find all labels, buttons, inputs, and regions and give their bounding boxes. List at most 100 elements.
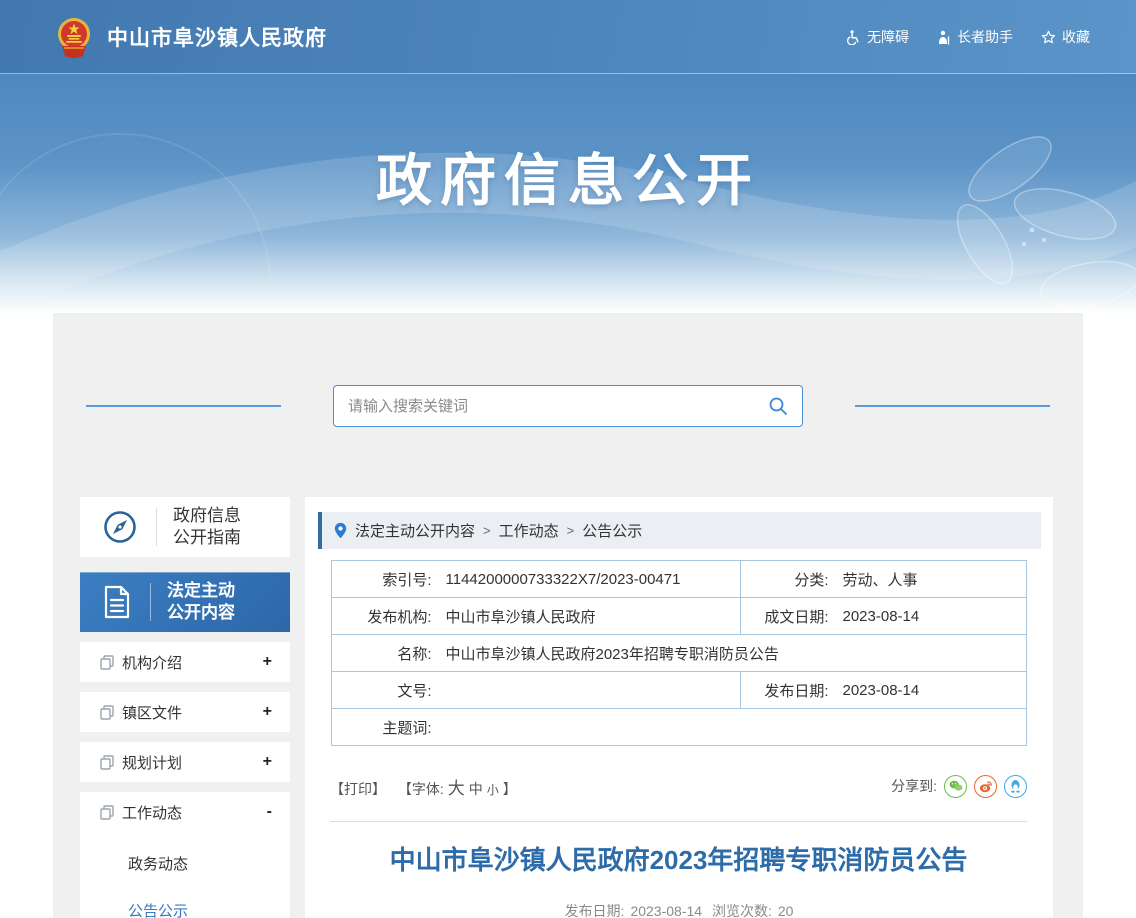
search-button[interactable] — [754, 386, 802, 426]
name-label: 名称: — [331, 634, 444, 672]
page: 中山市阜沙镇人民政府 无障碍 长者助手 收藏 政府信息公开 请输入搜索关键词 政… — [0, 0, 1136, 918]
table-row: 名称: 中山市阜沙镇人民政府2023年招聘专职消防员公告 — [331, 634, 1027, 672]
category-label: 分类: — [794, 571, 829, 589]
weibo-share-icon[interactable] — [974, 774, 997, 798]
star-icon — [1041, 30, 1056, 43]
index-value: 1144200000733322X7/2023-00471 — [443, 560, 741, 598]
sidebar-item-planning: 规划计划 + — [80, 742, 290, 782]
breadcrumb-item-legal[interactable]: 法定主动公开内容 — [355, 520, 475, 541]
sidebar-item-guide[interactable]: 政府信息 公开指南 — [80, 497, 290, 557]
work-dynamics-submenu: 政务动态 公告公示 — [80, 832, 290, 918]
legal-line1: 法定主动 — [167, 580, 235, 600]
keyword-value — [443, 708, 1027, 746]
sidebar-item-town-documents: 镇区文件 + — [80, 692, 290, 732]
site-brand[interactable]: 中山市阜沙镇人民政府 — [55, 16, 327, 58]
article-title: 中山市阜沙镇人民政府2023年招聘专职消防员公告 — [389, 845, 968, 875]
menu-label: 工作动态 — [122, 804, 183, 822]
pages-icon — [100, 654, 114, 670]
divider — [156, 508, 157, 546]
main-panel: 法定主动公开内容 > 工作动态 > 公告公示 索引号: 114420000073… — [305, 497, 1053, 918]
guide-line2: 公开指南 — [173, 528, 241, 547]
table-row: 发布机构: 中山市阜沙镇人民政府 成文日期: 2023-08-14 — [331, 597, 1027, 635]
qq-share-icon[interactable] — [1004, 774, 1027, 798]
left-decor-line — [86, 405, 281, 407]
elder-mode-link[interactable]: 长者助手 — [937, 27, 1013, 47]
sidebar-legal-label: 法定主动 公开内容 — [167, 580, 235, 625]
favorite-label: 收藏 — [1062, 29, 1090, 45]
keyword-label: 主题词: — [331, 708, 444, 746]
location-pin-icon — [334, 522, 347, 539]
search-input[interactable] — [334, 386, 754, 426]
compass-icon — [104, 511, 136, 543]
font-size-suffix: 】 — [502, 780, 517, 797]
divider — [150, 583, 151, 621]
search-box — [333, 385, 803, 427]
publish-date-label: 发布日期: — [564, 902, 625, 918]
breadcrumb-separator: > — [566, 523, 575, 538]
pages-icon — [100, 804, 114, 820]
doc-number-label: 文号: — [331, 671, 444, 709]
publish-date-label: 发布日期: — [740, 671, 841, 709]
publish-date-value: 2023-08-14 — [840, 671, 1027, 709]
table-row: 索引号: 1144200000733322X7/2023-00471 分类: 劳… — [332, 560, 1027, 598]
views-count: 20 — [777, 902, 794, 918]
right-decor-line — [855, 405, 1050, 407]
category-value: 劳动、人事 — [842, 571, 918, 589]
accessibility-label: 无障碍 — [867, 29, 909, 45]
menu-head-org-intro[interactable]: 机构介绍 + — [80, 642, 290, 682]
breadcrumb: 法定主动公开内容 > 工作动态 > 公告公示 — [318, 512, 1041, 549]
share-bar: 分享到: — [891, 774, 1027, 798]
pages-icon — [100, 754, 114, 770]
menu-head-work-dynamics[interactable]: 工作动态 - — [80, 792, 290, 832]
content-card: 政府信息 公开指南 法定主动 公开内容 — [53, 313, 1083, 918]
sidebar-guide-label: 政府信息 公开指南 — [173, 505, 241, 550]
expand-toggle[interactable]: + — [263, 703, 272, 721]
publisher-value: 中山市阜沙镇人民政府 — [443, 597, 741, 635]
search-icon — [769, 397, 787, 415]
pages-icon — [100, 704, 114, 720]
wheelchair-icon — [847, 29, 859, 45]
elder-icon — [939, 30, 950, 45]
font-size-small-button[interactable]: 小 — [487, 781, 499, 798]
guide-line1: 政府信息 — [173, 505, 241, 525]
name-value: 中山市阜沙镇人民政府2023年招聘专职消防员公告 — [443, 634, 1027, 672]
elder-mode-label: 长者助手 — [957, 29, 1013, 45]
toolbar-left: 【打印】 【字体: 大 中 小 】 — [330, 774, 517, 799]
publish-date: 2023-08-14 — [630, 902, 703, 918]
submenu-item-announcements[interactable]: 公告公示 — [80, 887, 290, 918]
font-size-large-button[interactable]: 大 — [448, 774, 465, 799]
table-row: 文号: 发布日期: 2023-08-14 — [331, 671, 1027, 709]
article-toolbar: 【打印】 【字体: 大 中 小 】 分享到: — [330, 774, 1027, 798]
menu-head-town-documents[interactable]: 镇区文件 + — [80, 692, 290, 732]
divider — [330, 821, 1027, 822]
expand-toggle[interactable]: + — [263, 753, 272, 771]
sidebar-item-work-dynamics: 工作动态 - 政务动态 公告公示 — [80, 792, 290, 918]
sidebar-item-legal-disclosure[interactable]: 法定主动 公开内容 — [80, 572, 290, 632]
menu-label: 机构介绍 — [122, 654, 183, 672]
search-section — [53, 313, 1083, 427]
breadcrumb-item-announcements[interactable]: 公告公示 — [582, 520, 642, 541]
font-size-medium-button[interactable]: 中 — [469, 779, 483, 799]
sidebar: 政府信息 公开指南 法定主动 公开内容 机构介绍 + 镇区文件 + 规划计划 +… — [80, 497, 290, 918]
publisher-label: 发布机构: — [331, 597, 444, 635]
banner: 政府信息公开 — [0, 74, 1136, 313]
submenu-item-government-news[interactable]: 政务动态 — [80, 840, 290, 887]
header-links: 无障碍 长者助手 收藏 — [846, 27, 1090, 47]
legal-line2: 公开内容 — [167, 603, 235, 622]
document-icon — [104, 585, 130, 619]
wechat-share-icon[interactable] — [944, 774, 967, 798]
content-row: 政府信息 公开指南 法定主动 公开内容 机构介绍 + 镇区文件 + 规划计划 +… — [53, 497, 1083, 918]
expand-toggle[interactable]: + — [263, 653, 272, 671]
article-meta: 发布日期: 2023-08-14 浏览次数: 20 — [305, 901, 1053, 918]
favorite-link[interactable]: 收藏 — [1041, 27, 1090, 47]
table-row: 主题词: — [331, 708, 1027, 746]
national-emblem-logo — [58, 18, 90, 58]
collapse-toggle[interactable]: - — [267, 803, 272, 821]
print-button[interactable]: 【打印】 — [330, 779, 386, 799]
accessibility-link[interactable]: 无障碍 — [846, 27, 909, 47]
written-date-value: 2023-08-14 — [840, 597, 1027, 635]
document-info-table: 索引号: 1144200000733322X7/2023-00471 分类: 劳… — [331, 560, 1027, 746]
menu-head-planning[interactable]: 规划计划 + — [80, 742, 290, 782]
breadcrumb-item-work[interactable]: 工作动态 — [499, 520, 559, 541]
menu-label: 镇区文件 — [122, 704, 183, 722]
